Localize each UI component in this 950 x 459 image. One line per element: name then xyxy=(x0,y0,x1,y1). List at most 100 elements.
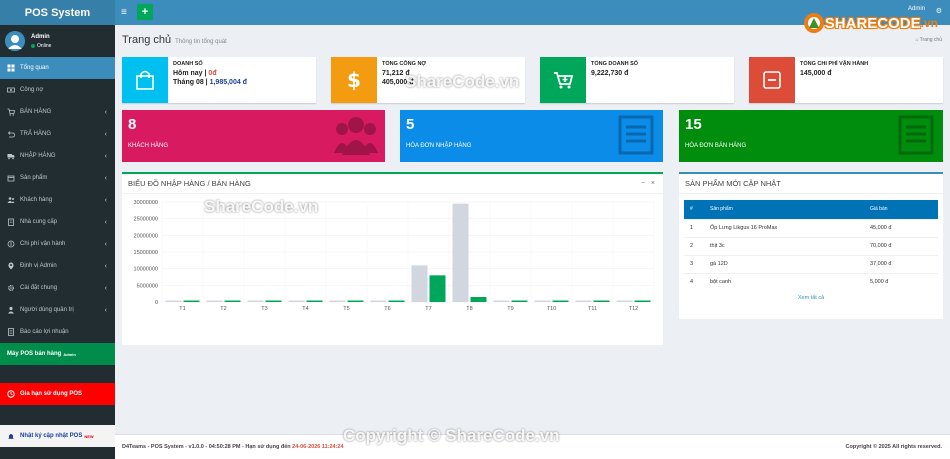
hamburger-icon[interactable]: ≡ xyxy=(121,7,127,18)
sidebar-item-label: Định vị Admin xyxy=(20,263,57,269)
see-all-link[interactable]: Xem tất cả xyxy=(684,295,938,301)
col-index: # xyxy=(684,200,704,219)
bar xyxy=(247,300,264,302)
sidebar-item-pos-machine[interactable]: Máy POS bán hàng Admin xyxy=(0,343,115,365)
chart-svg: 30000000 25000000 20000000 15000000 10000000… xyxy=(134,200,655,312)
info-box-debt: $ TỔNG CÔNG NỢ 71,212 đ 405,000 đ xyxy=(331,57,525,103)
sidebar-item-label: Chi phí vận hành xyxy=(20,241,66,247)
bar xyxy=(470,297,487,302)
col-product: Sản phẩm xyxy=(704,200,864,219)
sidebar-item-5[interactable]: Sản phẩm ‹ xyxy=(0,167,115,189)
breadcrumb[interactable]: ⌂ Trang chủ xyxy=(915,37,942,43)
sidebar-item-label: Khách hàng xyxy=(20,197,53,203)
money-icon xyxy=(7,86,15,94)
user-admin-icon xyxy=(7,306,15,314)
bar xyxy=(329,300,346,302)
info-box-total-sales: TỔNG DOANH SỐ 9,222,730 đ xyxy=(540,57,734,103)
users-icon xyxy=(7,196,15,204)
bar xyxy=(534,300,551,302)
user-panel: Admin Online xyxy=(0,25,115,57)
collapse-icon[interactable]: − xyxy=(641,180,645,187)
row-price: 5,000 đ xyxy=(864,272,938,291)
table-row: 3 gà 12D 37,000 đ xyxy=(684,254,938,273)
sidebar-item-label: Cài đặt chung xyxy=(20,285,58,291)
y-tick-label: 20000000 xyxy=(134,233,158,239)
pos-machine-badge: Admin xyxy=(63,351,76,357)
info-title: TỔNG DOANH SỐ xyxy=(591,61,639,67)
footer-expiry: 24-06-2026 11:24:24 xyxy=(292,444,344,450)
report-icon xyxy=(7,328,15,336)
pos-machine-label: Máy POS bán hàng xyxy=(7,351,62,357)
x-tick-label: T8 xyxy=(466,306,472,312)
products-panel-title: SẢN PHẨM MỚI CẬP NHẬT xyxy=(685,179,781,188)
sidebar-item-label: Nhà cung cấp xyxy=(20,219,58,225)
sidebar-item-label: NHẬP HÀNG xyxy=(20,153,56,159)
chevron-left-icon: ‹ xyxy=(104,152,107,160)
x-tick-label: T1 xyxy=(179,306,185,312)
cart-plus-icon xyxy=(540,57,586,103)
sidebar-item-9[interactable]: Định vị Admin ‹ xyxy=(0,255,115,277)
footer: D4Teams - POS System - v1.0.0 - 04:50:28… xyxy=(115,434,950,459)
chevron-left-icon: ‹ xyxy=(104,306,107,314)
row-index: 1 xyxy=(684,218,704,237)
minus-square-icon xyxy=(749,57,795,103)
y-tick-label: 25000000 xyxy=(134,217,158,223)
small-box-sales-invoices[interactable]: 15 HÓA ĐƠN BÁN HÀNG xyxy=(679,110,943,162)
chevron-left-icon: ‹ xyxy=(104,218,107,226)
sidebar-menu: Tổng quan Công nợ BÁN HÀNG ‹ TRẢ HÀNG ‹ NHẬP H… xyxy=(0,57,115,343)
sidebar-item-1[interactable]: Công nợ xyxy=(0,79,115,101)
bar xyxy=(452,203,469,302)
x-tick-label: T10 xyxy=(547,306,556,312)
box-icon xyxy=(7,174,15,182)
bar xyxy=(593,300,610,302)
sidebar-item-7[interactable]: Nhà cung cấp ‹ xyxy=(0,211,115,233)
document-icon xyxy=(618,115,654,155)
bar xyxy=(306,300,323,302)
add-button[interactable]: + xyxy=(137,4,153,20)
sidebar-item-3[interactable]: TRẢ HÀNG ‹ xyxy=(0,123,115,145)
dashboard-icon xyxy=(7,64,15,72)
sidebar-item-label: Người dùng quản trị xyxy=(20,307,74,313)
bar xyxy=(411,265,428,302)
sidebar-item-2[interactable]: BÁN HÀNG ‹ xyxy=(0,101,115,123)
x-tick-label: T6 xyxy=(384,306,390,312)
total-sales-value: 9,222,730 đ xyxy=(591,70,629,77)
sidebar-item-4[interactable]: NHẬP HÀNG ‹ xyxy=(0,145,115,167)
info-title: TỔNG CHI PHÍ VẬN HÀNH xyxy=(800,61,869,67)
x-tick-label: T12 xyxy=(629,306,638,312)
bar xyxy=(288,300,305,302)
sidebar-item-6[interactable]: Khách hàng ‹ xyxy=(0,189,115,211)
truck-icon xyxy=(7,152,15,160)
x-tick-label: T4 xyxy=(302,306,308,312)
avatar xyxy=(5,31,25,51)
online-dot-icon xyxy=(31,43,35,48)
app-logo[interactable]: POS System xyxy=(0,0,115,25)
chart-panel: BIỂU ĐỒ NHẬP HÀNG / BÁN HÀNG − × 3000000… xyxy=(122,172,663,345)
sidebar-item-12[interactable]: Báo cáo lợi nhuận xyxy=(0,321,115,343)
sidebar-item-0[interactable]: Tổng quan xyxy=(0,57,115,79)
map-pin-icon xyxy=(7,262,15,270)
x-tick-label: T7 xyxy=(425,306,431,312)
x-tick-label: T11 xyxy=(588,306,597,312)
sidebar-item-expiry[interactable]: Gia hạn sử dụng POS xyxy=(0,383,115,405)
sidebar-item-update-log[interactable]: Nhật ký cập nhật POS NEW xyxy=(0,425,115,447)
info-title: TỔNG CÔNG NỢ xyxy=(382,61,427,67)
customers-count: 8 xyxy=(128,116,137,133)
sidebar-item-8[interactable]: Chi phí vận hành ‹ xyxy=(0,233,115,255)
brand-name: SHARECODE xyxy=(824,14,921,32)
debt-value-1: 71,212 đ xyxy=(382,70,410,77)
user-name: Admin xyxy=(31,33,50,40)
small-box-customers[interactable]: 8 KHÁCH HÀNG xyxy=(122,110,385,162)
info-box-sales: DOANH SỐ Hôm nay | 0đ Tháng 08 | 1,985,0… xyxy=(122,57,316,103)
building-icon xyxy=(7,218,15,226)
close-icon[interactable]: × xyxy=(651,180,655,187)
bar xyxy=(347,300,364,302)
sidebar-item-11[interactable]: Người dùng quản trị ‹ xyxy=(0,299,115,321)
document-icon xyxy=(898,115,934,155)
small-box-import-invoices[interactable]: 5 HÓA ĐƠN NHẬP HÀNG xyxy=(400,110,663,162)
bar xyxy=(265,300,282,302)
row-product: thịt 3c xyxy=(704,236,864,255)
sidebar-item-10[interactable]: Cài đặt chung ‹ xyxy=(0,277,115,299)
y-tick-label: 5000000 xyxy=(137,283,158,289)
row-index: 4 xyxy=(684,272,704,291)
